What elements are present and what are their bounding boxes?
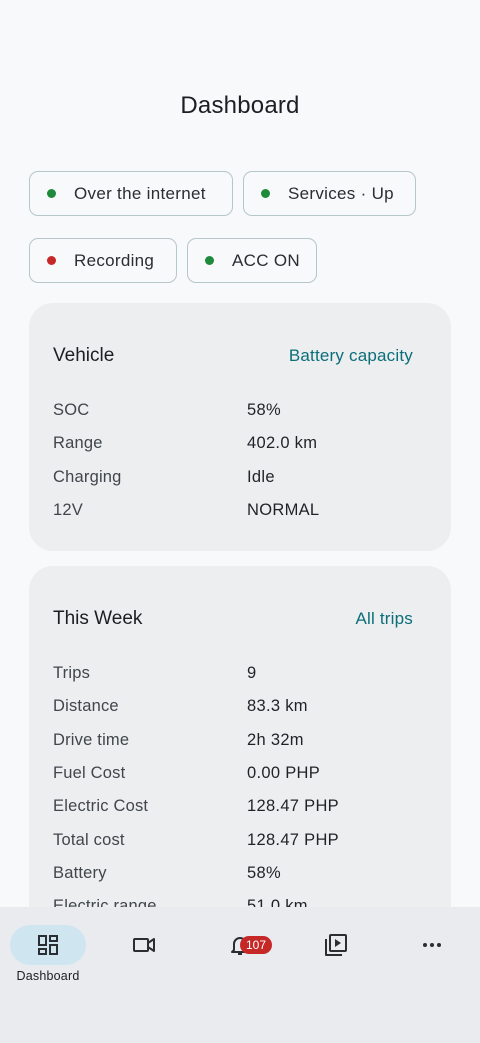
status-dot-icon <box>261 189 270 198</box>
stat-row-trips: Trips 9 <box>53 664 433 688</box>
all-trips-link[interactable]: All trips <box>355 609 413 629</box>
stat-label: Total cost <box>53 831 125 849</box>
stat-value: 128.47 PHP <box>247 831 339 849</box>
bottom-nav: Dashboard 107 <box>0 907 480 1043</box>
nav-dashboard[interactable] <box>10 925 86 965</box>
stat-label: Distance <box>53 697 119 715</box>
stat-value: 128.47 PHP <box>247 797 339 815</box>
vehicle-card: Vehicle Battery capacity SOC 58% Range 4… <box>29 303 451 551</box>
status-dot-icon <box>47 256 56 265</box>
stat-label: Drive time <box>53 731 130 749</box>
stat-row-total-cost: Total cost 128.47 PHP <box>53 831 433 855</box>
stat-value: NORMAL <box>247 501 320 519</box>
page-title: Dashboard <box>180 92 300 119</box>
chip-label: ACC ON <box>232 250 300 270</box>
stat-row-distance: Distance 83.3 km <box>53 697 433 721</box>
nav-library[interactable] <box>298 925 374 965</box>
vehicle-card-title: Vehicle <box>53 345 115 366</box>
status-dot-icon <box>205 256 214 265</box>
chip-acc[interactable]: ACC ON <box>187 238 317 283</box>
this-week-card-title: This Week <box>53 608 143 629</box>
stat-value: 402.0 km <box>247 434 318 452</box>
stat-value: 58% <box>247 401 281 419</box>
status-dot-icon <box>47 189 56 198</box>
notification-badge: 107 <box>240 936 272 954</box>
video-camera-icon <box>133 938 155 952</box>
stat-row-12v: 12V NORMAL <box>53 501 433 525</box>
stat-label: Electric Cost <box>53 797 149 815</box>
stat-value: 58% <box>247 864 281 882</box>
stat-row-battery: Battery 58% <box>53 864 433 888</box>
chip-label: Over the internet <box>74 183 206 203</box>
stat-value: Idle <box>247 468 275 486</box>
more-horizontal-icon <box>423 943 441 947</box>
dashboard-icon <box>38 935 58 955</box>
stat-row-soc: SOC 58% <box>53 401 433 425</box>
stat-label: Charging <box>53 468 122 486</box>
stat-value: 2h 32m <box>247 731 304 749</box>
stat-value: 83.3 km <box>247 697 308 715</box>
stat-value: 0.00 PHP <box>247 764 321 782</box>
battery-capacity-link[interactable]: Battery capacity <box>289 346 413 366</box>
stat-label: 12V <box>53 501 83 519</box>
nav-more[interactable] <box>394 925 470 965</box>
stat-row-fuel-cost: Fuel Cost 0.00 PHP <box>53 764 433 788</box>
stat-row-charging: Charging Idle <box>53 468 433 492</box>
stat-label: Range <box>53 434 103 452</box>
stat-row-electric-cost: Electric Cost 128.47 PHP <box>53 797 433 821</box>
stat-label: SOC <box>53 401 90 419</box>
stat-value: 9 <box>247 664 257 682</box>
this-week-card: This Week All trips Trips 9 Distance 83.… <box>29 566 451 966</box>
nav-video[interactable] <box>106 925 182 965</box>
stat-label: Battery <box>53 864 107 882</box>
chip-services[interactable]: Services · Up <box>243 171 416 216</box>
play-library-icon <box>325 934 347 956</box>
chip-label: Recording <box>74 250 155 270</box>
stat-label: Trips <box>53 664 91 682</box>
stat-row-range: Range 402.0 km <box>53 434 433 458</box>
chip-connection[interactable]: Over the internet <box>29 171 233 216</box>
stat-label: Fuel Cost <box>53 764 126 782</box>
chip-label: Services · Up <box>288 183 394 203</box>
stat-row-drive-time: Drive time 2h 32m <box>53 731 433 755</box>
chip-recording[interactable]: Recording <box>29 238 177 283</box>
nav-dashboard-label: Dashboard <box>16 969 80 983</box>
